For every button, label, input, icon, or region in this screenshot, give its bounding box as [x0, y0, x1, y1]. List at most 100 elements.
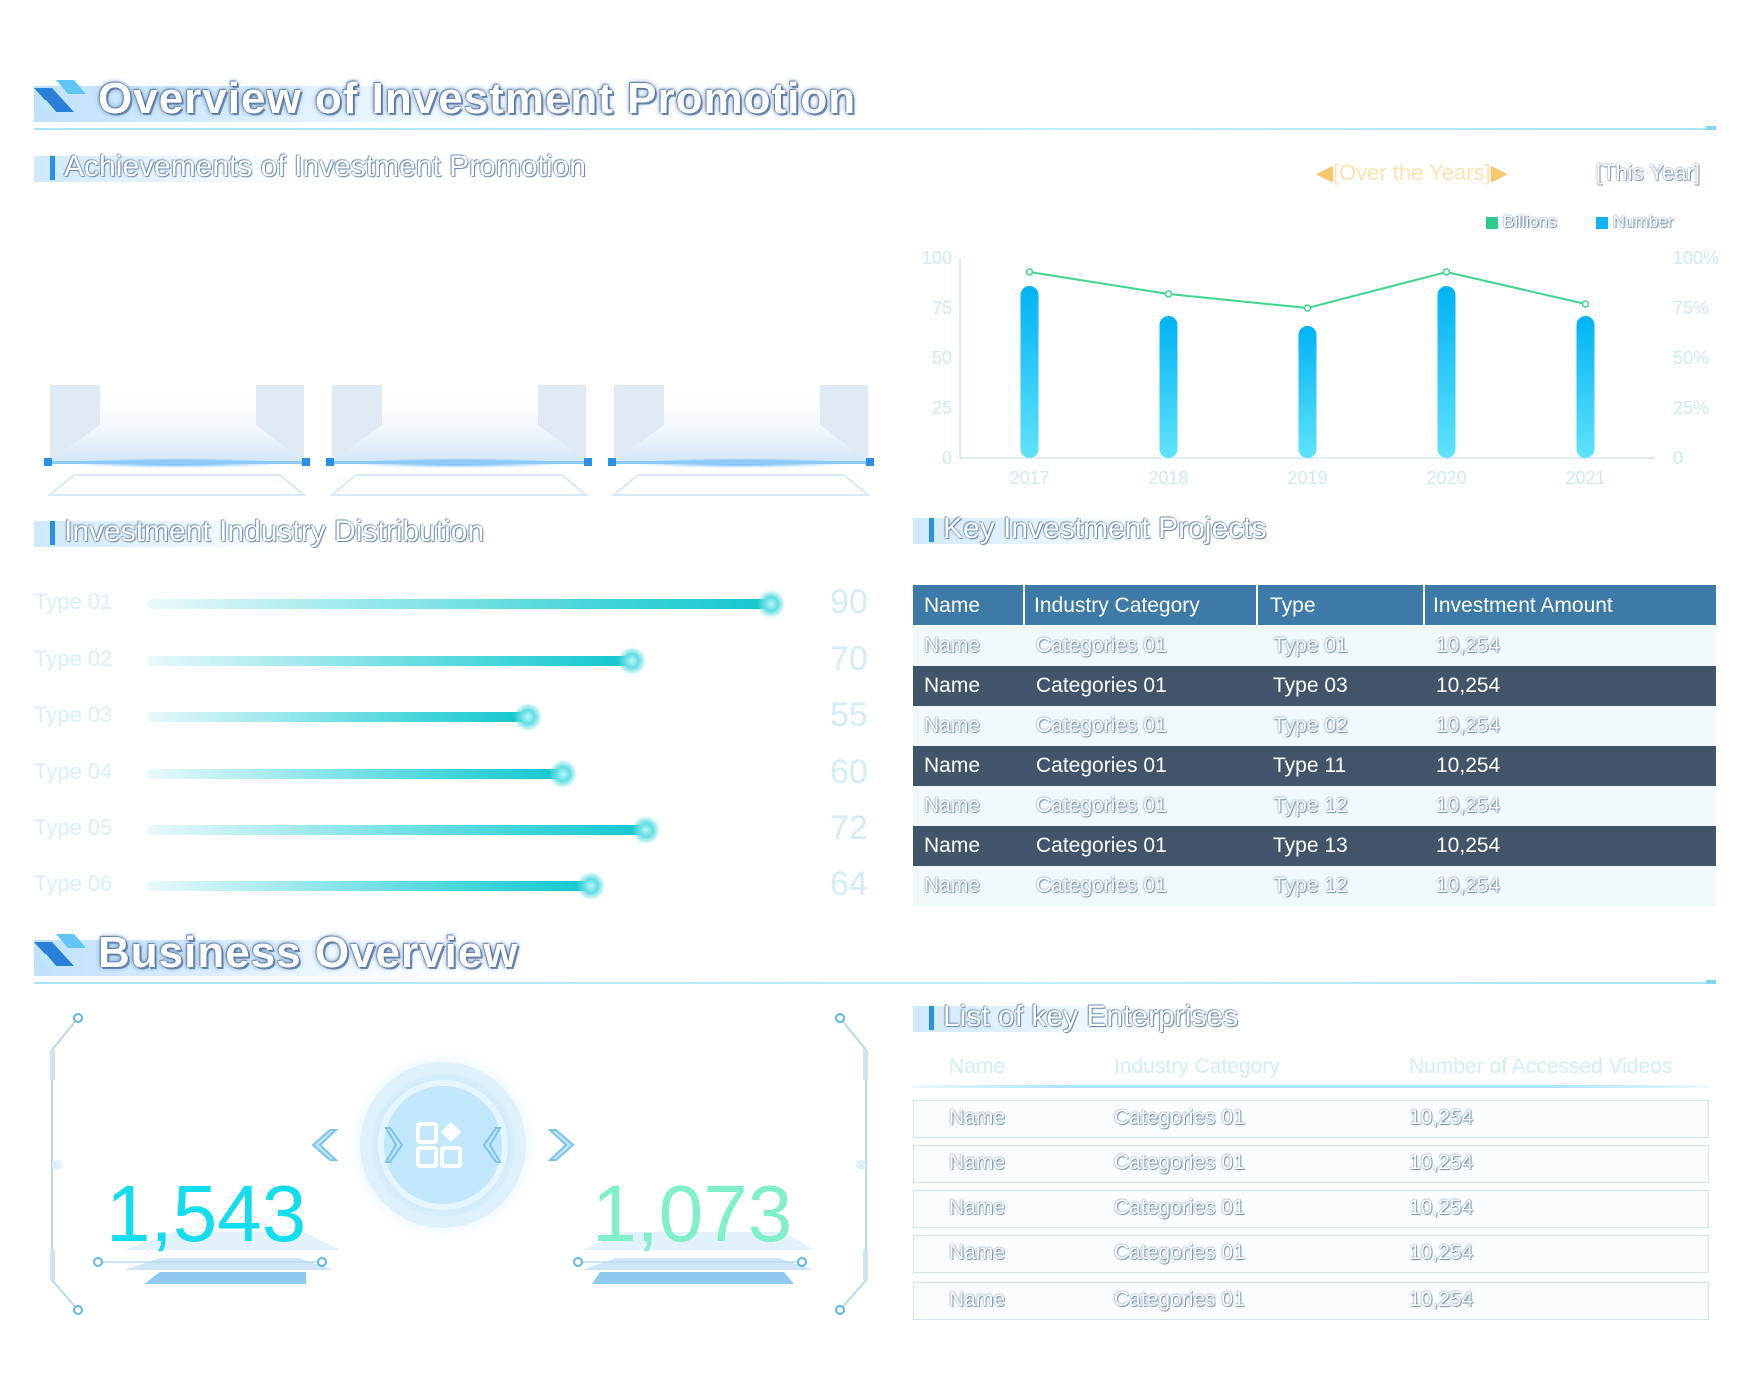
- header-rule: [34, 982, 1716, 984]
- legend-billions-swatch: [1486, 216, 1498, 229]
- legend-number-swatch: [1596, 216, 1609, 229]
- table-cell: Name: [924, 874, 981, 897]
- legend-number-label: Number: [1612, 212, 1674, 231]
- list-cell: Categories 01: [1114, 1288, 1245, 1311]
- list-cell: Name: [949, 1106, 1006, 1129]
- table-cell: Type 11: [1273, 754, 1347, 777]
- distribution-label: Type 04: [34, 759, 113, 784]
- column-header[interactable]: Industry Category: [1034, 594, 1200, 618]
- distribution-value: 55: [830, 696, 868, 734]
- point-billions: [1442, 268, 1451, 276]
- list-cell: Name: [949, 1288, 1006, 1311]
- subheader-bar: [50, 156, 55, 180]
- table-cell: Type 13: [1273, 834, 1348, 857]
- achievements-title: Achievements of Investment Promotion: [64, 150, 586, 183]
- y-tick-label-left: 100: [922, 248, 952, 268]
- distribution-value: 64: [830, 865, 868, 903]
- bar-number: [1437, 286, 1456, 458]
- column-header[interactable]: Number of Accessed Videos: [1409, 1055, 1672, 1079]
- chart-legend: Billions Number: [1486, 212, 1673, 232]
- table-cell: Name: [924, 834, 981, 857]
- header-logo-icon: [34, 80, 86, 114]
- table-cell: Name: [924, 714, 981, 737]
- table-cell: Categories 01: [1036, 874, 1167, 897]
- column-header[interactable]: Investment Amount: [1433, 594, 1613, 618]
- table-cell: 10,254: [1436, 794, 1501, 817]
- bar-number: [1298, 326, 1317, 458]
- y-tick-label-left: 0: [942, 448, 952, 468]
- list-cell: Name: [949, 1151, 1006, 1174]
- subheader-bar: [929, 1006, 934, 1030]
- table-cell: Name: [924, 674, 981, 697]
- business-title: Business Overview: [98, 928, 519, 977]
- list-item[interactable]: [913, 1235, 1709, 1273]
- distribution-value: 90: [830, 583, 868, 621]
- x-tick-label: 2019: [1287, 468, 1327, 488]
- distribution-value: 72: [830, 809, 868, 847]
- distribution-bar-end: [757, 590, 785, 618]
- header-rule: [34, 128, 1716, 130]
- tab-this-year[interactable]: [This Year]: [1596, 160, 1700, 186]
- bar-number: [1576, 316, 1595, 458]
- overview-header: Overview of Investment Promotion: [34, 70, 1716, 130]
- header-rule-end: [1706, 126, 1716, 130]
- enterprises-title: List of key Enterprises: [943, 1000, 1239, 1033]
- y-tick-label-left: 50: [932, 348, 952, 368]
- distribution-bar: [147, 769, 563, 779]
- table-cell: Categories 01: [1036, 714, 1167, 737]
- column-header[interactable]: Name: [924, 594, 980, 618]
- distribution-bar-end: [618, 647, 646, 675]
- platform-2: [326, 385, 592, 496]
- platform-3: [608, 385, 874, 496]
- bar-number: [1020, 286, 1039, 458]
- point-billions: [1303, 304, 1312, 312]
- grid-apps-icon: [416, 1122, 462, 1168]
- list-item[interactable]: [913, 1100, 1709, 1138]
- y-tick-label-right: 0: [1673, 448, 1683, 468]
- y-tick-label-right: 25%: [1673, 398, 1709, 418]
- distribution-row: Type 02 70: [34, 640, 874, 680]
- column-header[interactable]: Type: [1270, 594, 1316, 618]
- header-rule-end: [1706, 980, 1716, 984]
- distribution-label: Type 03: [34, 702, 113, 727]
- column-divider: [1023, 585, 1025, 625]
- table-cell: Type 02: [1273, 714, 1348, 737]
- column-divider: [1423, 585, 1425, 625]
- y-tick-label-right: 75%: [1673, 298, 1709, 318]
- column-header[interactable]: Industry Category: [1114, 1055, 1280, 1079]
- table-cell: Type 12: [1273, 794, 1348, 817]
- distribution-title: Investment Industry Distribution: [64, 515, 485, 548]
- tab-over-years-label: [Over the Years]: [1332, 160, 1491, 185]
- distribution-bar: [147, 825, 646, 835]
- table-cell: 10,254: [1436, 674, 1501, 697]
- subheader-bar: [929, 518, 934, 542]
- line-billions: [1029, 270, 1586, 310]
- list-cell: 10,254: [1409, 1288, 1474, 1311]
- key-projects-title: Key Investment Projects: [943, 512, 1267, 545]
- list-cell: 10,254: [1409, 1196, 1474, 1219]
- subheader-bar: [50, 521, 55, 545]
- list-item[interactable]: [913, 1282, 1709, 1320]
- distribution-label: Type 05: [34, 815, 113, 840]
- tab-over-years[interactable]: ◀[Over the Years]▶: [1316, 160, 1508, 186]
- list-cell: Name: [949, 1241, 1006, 1264]
- tab-prev-arrow-icon: ◀: [1316, 160, 1333, 185]
- distribution-label: Type 02: [34, 646, 113, 671]
- table-cell: Categories 01: [1036, 834, 1167, 857]
- list-cell: Name: [949, 1196, 1006, 1219]
- business-header: Business Overview: [34, 924, 1716, 984]
- list-item[interactable]: [913, 1190, 1709, 1228]
- distribution-row: Type 04 60: [34, 753, 874, 793]
- distribution-row: Type 03 55: [34, 696, 874, 736]
- column-header[interactable]: Name: [949, 1055, 1005, 1079]
- list-item[interactable]: [913, 1145, 1709, 1183]
- distribution-bar-end: [632, 816, 660, 844]
- table-cell: Name: [924, 794, 981, 817]
- y-tick-label-left: 75: [932, 298, 952, 318]
- point-billions: [1164, 290, 1173, 298]
- table-cell: Categories 01: [1036, 754, 1167, 777]
- list-cell: Categories 01: [1114, 1196, 1245, 1219]
- table-cell: 10,254: [1436, 634, 1501, 657]
- business-right-value: 1,073: [592, 1169, 793, 1258]
- list-cell: Categories 01: [1114, 1241, 1245, 1264]
